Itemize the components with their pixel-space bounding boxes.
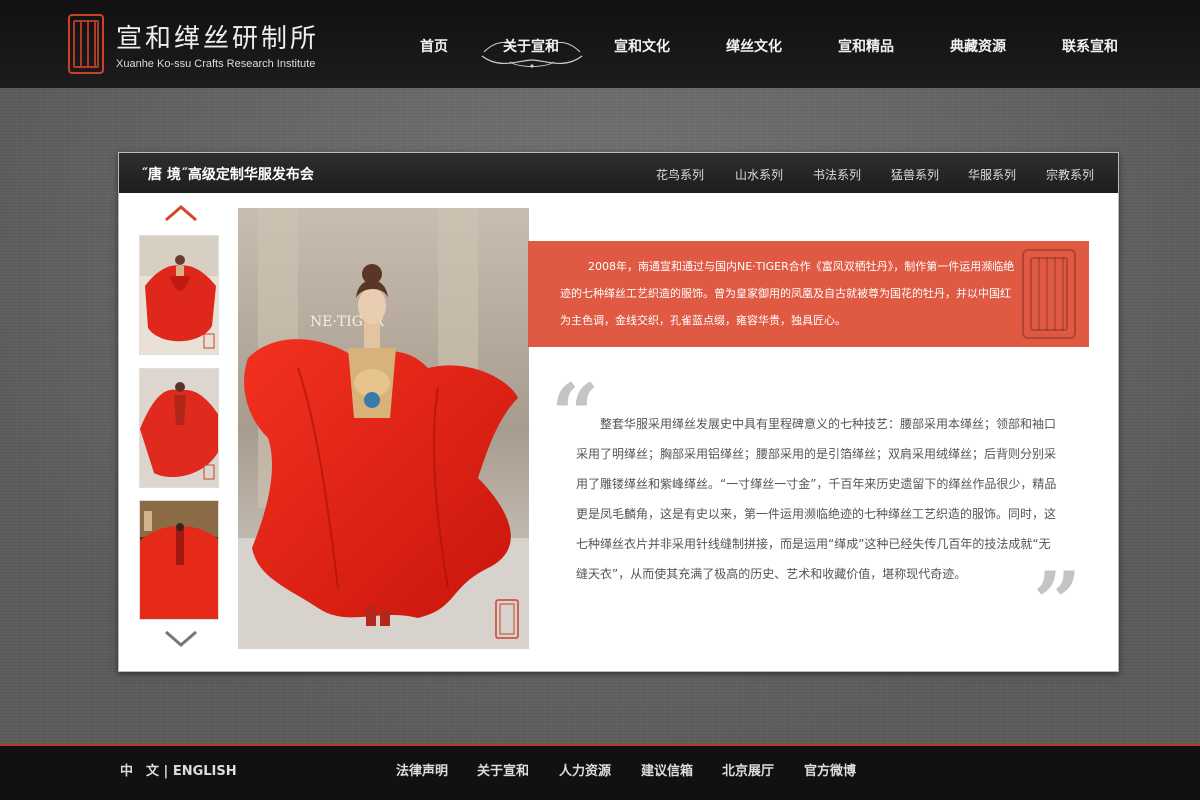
seal-stamp-icon xyxy=(1022,249,1076,339)
footer-link-beijing-showroom[interactable]: 北京展厅 xyxy=(722,760,774,779)
footer-link-legal[interactable]: 法律声明 xyxy=(396,760,448,779)
series-tab-religion[interactable]: 宗教系列 xyxy=(1046,166,1094,183)
thumbnail-3[interactable] xyxy=(139,500,219,620)
nav-home[interactable]: 首页 xyxy=(420,36,448,56)
nav-contact[interactable]: 联系宣和 xyxy=(1062,36,1118,56)
language-switcher: 中 文 | ENGLISH xyxy=(120,760,237,779)
content-panel: ˝唐 境˝高级定制华服发布会 花鸟系列 山水系列 书法系列 猛兽系列 华服系列 … xyxy=(118,152,1119,672)
footer-link-suggestions[interactable]: 建议信箱 xyxy=(641,760,693,779)
lang-chinese-link[interactable]: 中 文 xyxy=(120,764,159,779)
series-tab-landscape[interactable]: 山水系列 xyxy=(735,166,783,183)
main-photo: NE·TIGER xyxy=(238,208,529,649)
series-tab-costume[interactable]: 华服系列 xyxy=(968,166,1016,183)
intro-box: 2008年，南通宣和通过与国内NE·TIGER合作《富凤双栖牡丹》，制作第一件运… xyxy=(528,241,1089,347)
footer-link-hr[interactable]: 人力资源 xyxy=(559,760,611,779)
description-text: 整套华服采用缂丝发展史中具有里程碑意义的七种技艺：腰部采用本缂丝；领部和袖口采用… xyxy=(576,417,1057,581)
series-tab-flowers-birds[interactable]: 花鸟系列 xyxy=(656,166,704,183)
thumbnail-1[interactable] xyxy=(139,235,219,355)
site-header: 宣和缂丝研制所 Xuanhe Ko-ssu Crafts Research In… xyxy=(0,0,1200,88)
lang-english-link[interactable]: ENGLISH xyxy=(173,764,237,779)
nav-about[interactable]: 关于宣和 xyxy=(503,36,559,56)
panel-header-bar: ˝唐 境˝高级定制华服发布会 花鸟系列 山水系列 书法系列 猛兽系列 华服系列 … xyxy=(119,153,1118,193)
nav-culture[interactable]: 宣和文化 xyxy=(614,36,670,56)
scroll-down-arrow-icon[interactable] xyxy=(164,630,198,648)
footer-link-weibo[interactable]: 官方微博 xyxy=(804,760,856,779)
intro-text: 2008年，南通宣和通过与国内NE·TIGER合作《富凤双栖牡丹》，制作第一件运… xyxy=(560,260,1015,327)
footer-link-about[interactable]: 关于宣和 xyxy=(477,760,529,779)
lang-separator: | xyxy=(163,764,169,779)
panel-title: ˝唐 境˝高级定制华服发布会 xyxy=(141,167,314,183)
nav-kesi-culture[interactable]: 缂丝文化 xyxy=(726,36,782,56)
thumbnail-2[interactable] xyxy=(139,368,219,488)
site-footer: 中 文 | ENGLISH 法律声明 关于宣和 人力资源 建议信箱 北京展厅 官… xyxy=(0,744,1200,800)
series-tab-calligraphy[interactable]: 书法系列 xyxy=(813,166,861,183)
nav-masterpieces[interactable]: 宣和精品 xyxy=(838,36,894,56)
main-nav: 首页 关于宣和 宣和文化 缂丝文化 宣和精品 典藏资源 联系宣和 xyxy=(0,0,1200,88)
series-tab-beasts[interactable]: 猛兽系列 xyxy=(891,166,939,183)
close-quote-icon: ” xyxy=(1033,553,1082,652)
scroll-up-arrow-icon[interactable] xyxy=(164,204,198,222)
nav-collection[interactable]: 典藏资源 xyxy=(950,36,1006,56)
